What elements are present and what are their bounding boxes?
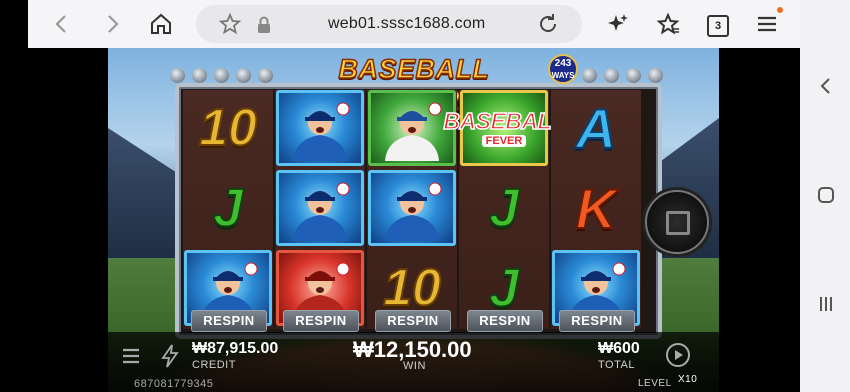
credit-amount: ₩87,915.00 bbox=[192, 340, 279, 357]
respin-button-reel-4[interactable]: RESPIN bbox=[467, 310, 543, 332]
respin-button-reel-1[interactable]: RESPIN bbox=[191, 310, 267, 332]
stop-square-icon bbox=[666, 211, 690, 235]
url-text[interactable]: web01.sssc1688.com bbox=[328, 15, 485, 33]
symbol-pitcher-player bbox=[276, 90, 364, 166]
reload-icon[interactable] bbox=[536, 12, 560, 36]
nav-home-icon[interactable] bbox=[814, 183, 838, 207]
frame-bolt bbox=[214, 68, 229, 83]
stadium-stand-left bbox=[108, 128, 178, 258]
bookmark-star-icon[interactable] bbox=[218, 12, 242, 36]
symbol-k: K bbox=[575, 176, 617, 241]
respin-button-reel-5[interactable]: RESPIN bbox=[559, 310, 635, 332]
control-bar: ₩87,915.00 CREDIT ₩12,150.00 WIN ₩600 TO… bbox=[108, 332, 719, 392]
wild-label: BASEBALL bbox=[443, 108, 566, 134]
android-nav-bar bbox=[800, 0, 850, 392]
stop-button[interactable] bbox=[645, 190, 709, 254]
menu-icon[interactable] bbox=[755, 12, 779, 36]
symbol-pitcher-player bbox=[368, 170, 456, 246]
sparkle-icon[interactable] bbox=[606, 12, 630, 36]
level-multiplier[interactable]: X10 bbox=[678, 374, 697, 385]
browser-toolbar: web01.sssc1688.com 3 bbox=[28, 0, 800, 48]
ways-number: 243 bbox=[554, 58, 572, 69]
pitcher-player-icon bbox=[293, 182, 350, 241]
credit-label: CREDIT bbox=[192, 359, 236, 371]
address-bar[interactable]: web01.sssc1688.com bbox=[196, 5, 582, 43]
catcher-player-icon bbox=[385, 102, 442, 161]
ways-label: WAYS bbox=[551, 71, 575, 80]
notification-dot bbox=[777, 7, 783, 13]
frame-bolt bbox=[192, 68, 207, 83]
reel-2 bbox=[275, 90, 365, 329]
pitcher-player-icon bbox=[385, 182, 442, 241]
frame-bolt bbox=[626, 68, 641, 83]
home-icon[interactable] bbox=[149, 12, 173, 36]
respin-button-reel-2[interactable]: RESPIN bbox=[283, 310, 359, 332]
back-arrow-icon[interactable] bbox=[50, 12, 74, 36]
game-logo: BASEBALL FEVER bbox=[294, 52, 534, 116]
slot-game: BASEBALL FEVER 243 WAYS 10JRESPINRESPIN1… bbox=[108, 48, 719, 392]
favorites-icon[interactable] bbox=[656, 12, 680, 36]
total-bet-label: TOTAL bbox=[598, 359, 635, 371]
autoplay-icon[interactable] bbox=[665, 342, 691, 368]
frame-bolt bbox=[604, 68, 619, 83]
symbol-wild-baseball-fever: BASEBALL FEVER bbox=[443, 90, 566, 166]
symbol-pitcher-player bbox=[276, 170, 364, 246]
session-id: 687081779345 bbox=[134, 378, 214, 390]
symbol-j: J bbox=[488, 177, 520, 239]
ways-badge: 243 WAYS bbox=[548, 54, 578, 84]
turbo-lightning-icon[interactable] bbox=[160, 344, 184, 368]
tabs-button[interactable]: 3 bbox=[707, 15, 729, 37]
pitcher-player-icon bbox=[293, 102, 350, 161]
win-label: WIN bbox=[403, 360, 426, 372]
nav-recents-icon[interactable] bbox=[814, 292, 838, 316]
reel-4: BASEBALL FEVER J J bbox=[443, 90, 566, 329]
frame-bolt bbox=[258, 68, 273, 83]
respin-button-reel-3[interactable]: RESPIN bbox=[375, 310, 451, 332]
hamburger-menu-icon[interactable] bbox=[121, 346, 145, 370]
forward-arrow-icon[interactable] bbox=[100, 12, 124, 36]
symbol-a: A bbox=[575, 96, 617, 161]
symbol-10: 10 bbox=[198, 98, 258, 158]
reel-1: 10 J bbox=[183, 90, 273, 329]
reel-5: AK bbox=[551, 90, 641, 329]
frame-bolt bbox=[648, 68, 663, 83]
wild-sub-label: FEVER bbox=[481, 135, 527, 147]
frame-bolt bbox=[170, 68, 185, 83]
frame-bolt bbox=[582, 68, 597, 83]
symbol-j: J bbox=[212, 177, 244, 239]
level-label: LEVEL bbox=[638, 378, 672, 389]
nav-back-icon[interactable] bbox=[814, 74, 838, 98]
total-bet-amount: ₩600 bbox=[598, 340, 640, 357]
frame-bolt bbox=[236, 68, 251, 83]
lock-icon bbox=[252, 13, 276, 37]
